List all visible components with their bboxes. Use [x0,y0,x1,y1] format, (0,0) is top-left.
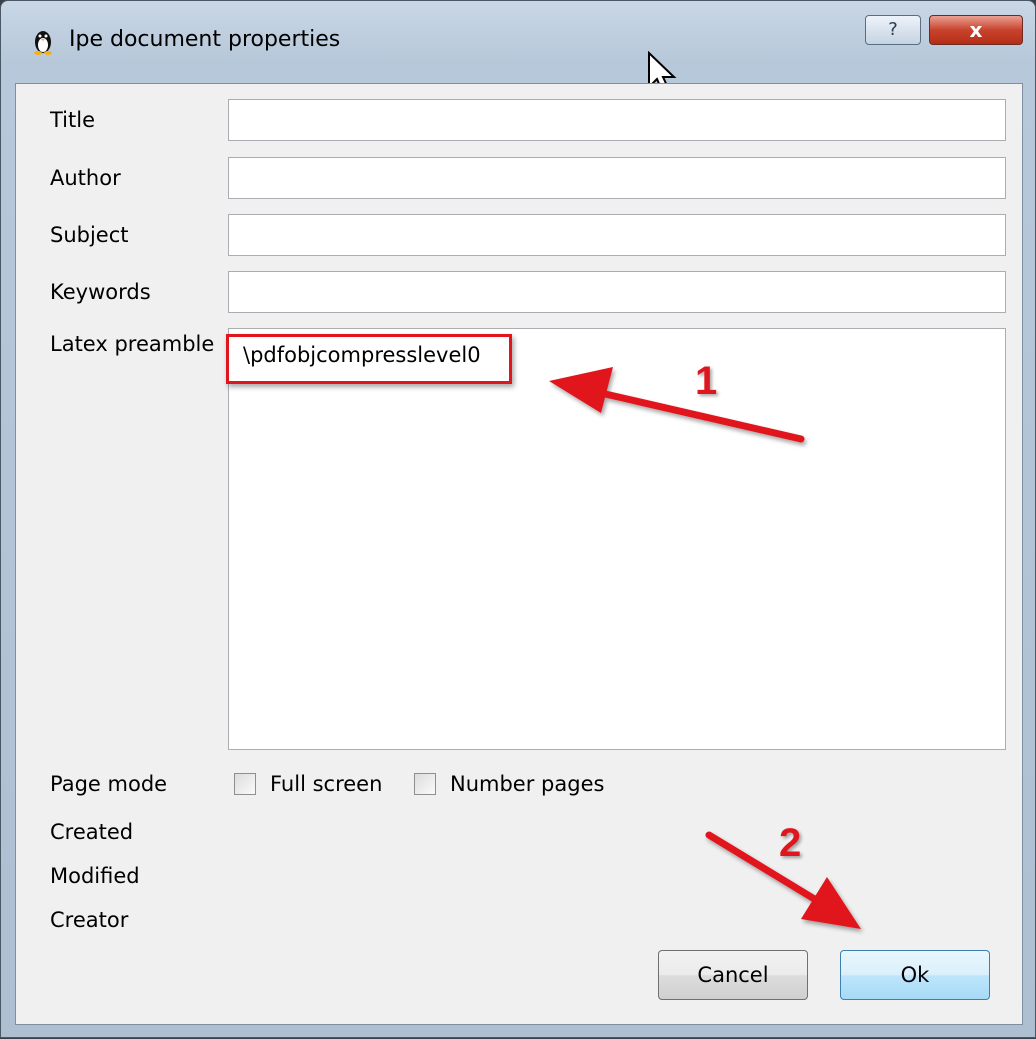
modified-label: Modified [50,864,140,888]
help-button[interactable]: ? [865,15,921,45]
step-1-number: 1 [695,359,718,403]
tux-app-icon [34,31,52,55]
keywords-input[interactable] [228,271,1006,313]
subject-input[interactable] [228,214,1006,256]
full-screen-label[interactable]: Full screen [270,772,382,796]
latex-preamble-label: Latex preamble [50,332,215,356]
creator-label: Creator [50,908,129,932]
number-pages-checkbox[interactable] [414,773,436,795]
full-screen-checkbox[interactable] [234,773,256,795]
cancel-button[interactable]: Cancel [658,950,808,1000]
step-2-number: 2 [779,821,802,865]
window-title: Ipe document properties [69,27,341,52]
title-input[interactable] [228,99,1006,141]
number-pages-label[interactable]: Number pages [450,772,604,796]
latex-preamble-textarea[interactable]: \pdfobjcompresslevel0 [228,328,1006,750]
author-label: Author [50,166,121,190]
author-input[interactable] [228,157,1006,199]
dialog-body: Title Author Subject Keywords Latex prea… [15,83,1023,1025]
close-button[interactable]: x [929,15,1023,45]
page-mode-label: Page mode [50,772,168,796]
created-label: Created [50,820,134,844]
subject-label: Subject [50,223,129,247]
preamble-highlight-box [226,334,512,384]
title-bar[interactable]: Ipe document properties ? x [1,1,1035,95]
dialog-window: Ipe document properties ? x Title Author… [0,0,1036,1038]
ok-button[interactable]: Ok [840,950,990,1000]
keywords-label: Keywords [50,280,151,304]
title-label: Title [50,108,96,132]
